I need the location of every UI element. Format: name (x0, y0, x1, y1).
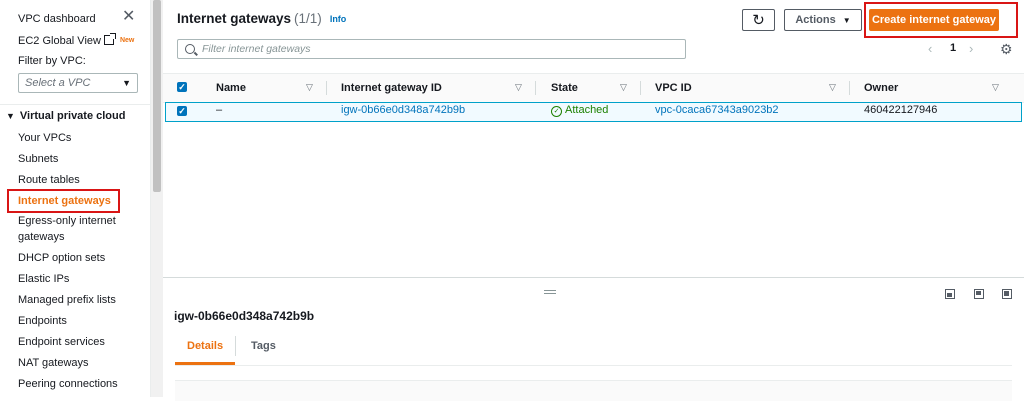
column-divider[interactable] (640, 81, 641, 95)
new-badge: New (119, 37, 135, 44)
sidebar-divider (0, 104, 150, 105)
chevron-left-icon[interactable]: ‹ (928, 41, 932, 56)
sidebar-item-elastic-ips[interactable]: Elastic IPs (18, 271, 69, 287)
panel-bottom-icon[interactable] (945, 289, 955, 299)
panel-full-icon[interactable] (1002, 289, 1012, 299)
main-content: Internet gateways (1/1) Info ↻ Actions ▼ Cr… (163, 0, 1024, 401)
sort-icon[interactable]: ▽ (829, 82, 836, 93)
cell-internet-gateway-id[interactable]: igw-0b66e0d348a742b9b (341, 104, 465, 116)
cell-owner: 460422127946 (864, 104, 938, 116)
column-header-name[interactable]: Name (216, 82, 246, 94)
column-divider[interactable] (326, 81, 327, 95)
chevron-right-icon[interactable]: › (969, 41, 973, 56)
column-divider[interactable] (535, 81, 536, 95)
scrollbar-thumb[interactable] (153, 0, 161, 192)
sidebar-item-dhcp-option-sets[interactable]: DHCP option sets (18, 250, 105, 266)
sidebar-item-endpoints[interactable]: Endpoints (18, 313, 67, 329)
search-input[interactable]: Filter internet gateways (177, 39, 686, 59)
column-header-vpc-id[interactable]: VPC ID (655, 82, 692, 94)
info-link[interactable]: Info (330, 14, 347, 24)
tab-divider (235, 336, 236, 356)
check-circle-icon: ✓ (551, 106, 562, 117)
table-header-row: ✓ Name ▽ Internet gateway ID ▽ State ▽ V… (163, 73, 1024, 103)
sidebar: VPC dashboard ✕ EC2 Global View New Filte… (0, 0, 151, 397)
search-icon (185, 44, 195, 54)
refresh-icon: ↻ (752, 12, 765, 29)
vpc-select[interactable]: Select a VPC ▼ (18, 73, 138, 93)
detail-title: igw-0b66e0d348a742b9b (174, 309, 315, 323)
sort-icon[interactable]: ▽ (306, 82, 313, 93)
sort-icon[interactable]: ▽ (620, 82, 627, 93)
panel-side-icon[interactable] (974, 289, 984, 299)
close-icon[interactable]: ✕ (122, 9, 135, 25)
cell-name: – (216, 104, 223, 116)
section-title: Virtual private cloud (19, 110, 126, 122)
tab-baseline (175, 365, 1012, 366)
sort-icon[interactable]: ▽ (515, 82, 522, 93)
search-placeholder: Filter internet gateways (202, 43, 311, 55)
sidebar-item-route-tables[interactable]: Route tables (18, 172, 80, 188)
column-header-internet-gateway-id[interactable]: Internet gateway ID (341, 82, 442, 94)
details-container (175, 380, 1012, 401)
sidebar-item-egress-only-internet-gateways[interactable]: Egress-only internet gateways (18, 213, 128, 245)
cell-state: ✓ Attached (551, 104, 608, 117)
actions-button[interactable]: Actions ▼ (784, 9, 862, 31)
table-header-bar: Internet gateways (1/1) Info ↻ Actions ▼ Cr… (163, 0, 1024, 70)
select-all-checkbox[interactable]: ✓ (177, 82, 187, 92)
highlight-box-internet-gateways (7, 189, 120, 213)
column-header-owner[interactable]: Owner (864, 82, 898, 94)
tab-tags[interactable]: Tags (251, 340, 276, 352)
caret-down-icon: ▼ (6, 111, 15, 121)
split-panel: igw-0b66e0d348a742b9b Details Tags (163, 277, 1024, 401)
sidebar-link-vpc-dashboard[interactable]: VPC dashboard (18, 13, 96, 25)
item-count: (1/1) (294, 11, 322, 26)
state-label: Attached (565, 104, 609, 116)
sidebar-section-virtual-private-cloud[interactable]: ▼ Virtual private cloud (6, 110, 125, 122)
highlight-box-create-button (864, 2, 1018, 38)
sidebar-item-peering-connections[interactable]: Peering connections (18, 376, 118, 392)
page-title: Internet gateways (1/1) Info (177, 11, 346, 26)
sidebar-scrollbar[interactable] (151, 0, 163, 397)
sidebar-link-ec2-global-view[interactable]: EC2 Global View New (18, 33, 135, 47)
external-link-icon (103, 33, 116, 45)
row-checkbox[interactable]: ✓ (177, 106, 187, 116)
gear-icon[interactable]: ⚙ (1000, 41, 1013, 58)
sidebar-item-managed-prefix-lists[interactable]: Managed prefix lists (18, 292, 116, 308)
caret-down-icon: ▼ (122, 78, 131, 88)
sort-icon[interactable]: ▽ (992, 82, 999, 93)
page-number[interactable]: 1 (950, 42, 956, 54)
refresh-button[interactable]: ↻ (742, 9, 775, 31)
sidebar-item-endpoint-services[interactable]: Endpoint services (18, 334, 105, 350)
cell-vpc-id[interactable]: vpc-0caca67343a9023b2 (655, 104, 779, 116)
actions-label: Actions (795, 14, 836, 26)
ec2-global-view-label: EC2 Global View (18, 35, 101, 47)
column-header-state[interactable]: State (551, 82, 578, 94)
vpc-select-placeholder: Select a VPC (25, 77, 91, 89)
column-divider[interactable] (849, 81, 850, 95)
sidebar-item-nat-gateways[interactable]: NAT gateways (18, 355, 89, 371)
resize-handle[interactable] (544, 290, 556, 294)
filter-by-vpc-label: Filter by VPC: (18, 55, 86, 67)
sidebar-item-your-vpcs[interactable]: Your VPCs (18, 130, 71, 146)
sidebar-item-subnets[interactable]: Subnets (18, 151, 58, 167)
tab-details[interactable]: Details (187, 340, 223, 352)
page-title-text: Internet gateways (177, 11, 292, 26)
caret-down-icon: ▼ (842, 15, 851, 25)
